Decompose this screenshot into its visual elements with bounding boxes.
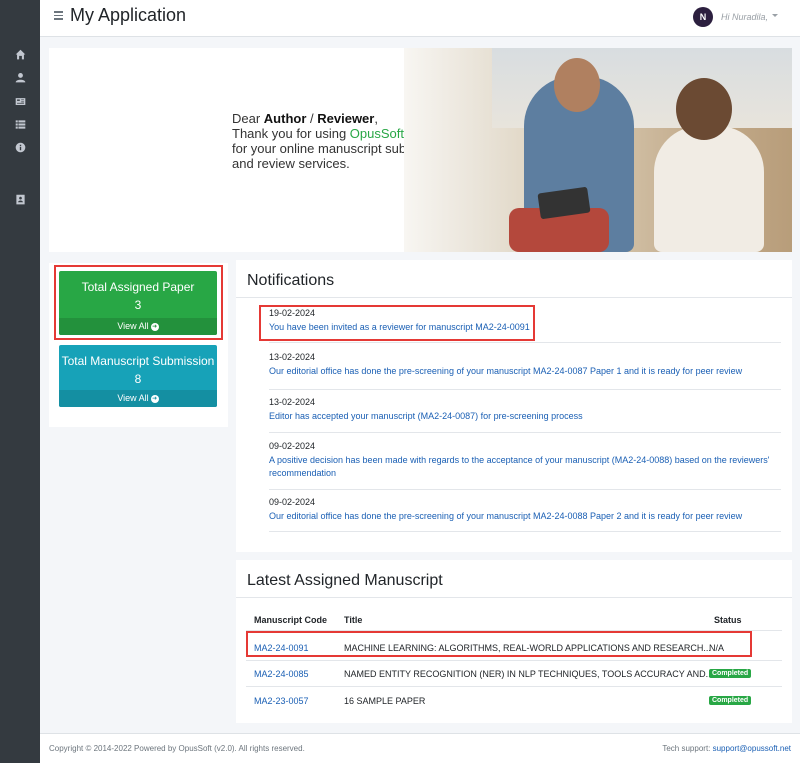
- notification-item[interactable]: 09-02-2024 A positive decision has been …: [269, 441, 781, 490]
- list-icon[interactable]: [13, 117, 27, 131]
- status-badge: Completed: [709, 669, 752, 678]
- status-badge: Completed: [709, 696, 752, 705]
- notification-item[interactable]: 09-02-2024 Our editorial office has done…: [269, 497, 781, 532]
- top-navbar: My Application N Hi Nuradila,: [40, 0, 800, 37]
- highlight-outline: [246, 631, 752, 657]
- avatar[interactable]: N: [693, 7, 713, 27]
- highlight-outline: [259, 305, 535, 341]
- copyright-text: Copyright © 2014-2022 Powered by OpusSof…: [49, 744, 305, 753]
- notification-item[interactable]: 13-02-2024 Our editorial office has done…: [269, 352, 781, 390]
- manuscript-title: 16 SAMPLE PAPER: [344, 696, 426, 706]
- welcome-banner: Dear Author / Reviewer, Thank you for us…: [49, 48, 792, 252]
- hamburger-menu-icon[interactable]: [54, 11, 63, 20]
- user-icon[interactable]: [13, 70, 27, 84]
- notifications-title: Notifications: [247, 272, 335, 289]
- info-icon[interactable]: [13, 140, 27, 154]
- total-manuscript-submission-box: Total Manuscript Submission 8 View All ➜: [59, 345, 217, 407]
- app-title: My Application: [70, 5, 187, 25]
- notification-item[interactable]: 13-02-2024 Editor has accepted your manu…: [269, 397, 781, 433]
- chevron-down-icon[interactable]: [772, 14, 778, 17]
- tech-support: Tech support: support@opussoft.net: [662, 744, 791, 753]
- newspaper-icon[interactable]: [13, 94, 27, 108]
- column-header-status: Status: [714, 615, 742, 625]
- user-greeting[interactable]: Hi Nuradila,: [721, 12, 768, 22]
- highlight-outline: [54, 265, 223, 340]
- manuscript-code-link[interactable]: MA2-23-0057: [254, 696, 309, 706]
- column-header-code: Manuscript Code: [254, 615, 328, 625]
- home-icon[interactable]: [13, 47, 27, 61]
- submission-count: 8: [134, 372, 142, 386]
- banner-photo: [404, 48, 792, 252]
- notifications-card: Notifications 19-02-2024 You have been i…: [236, 260, 792, 552]
- manuscript-card-title: Latest Assigned Manuscript: [247, 572, 443, 589]
- sidebar: [0, 0, 40, 763]
- support-email-link[interactable]: support@opussoft.net: [713, 744, 791, 753]
- column-header-title: Title: [344, 615, 363, 625]
- arrow-circle-right-icon: ➜: [150, 394, 159, 403]
- view-all-submissions-link[interactable]: View All ➜: [59, 390, 217, 407]
- manuscript-title: NAMED ENTITY RECOGNITION (NER) IN NLP TE…: [344, 669, 714, 679]
- brand-name: OpusSoft: [349, 126, 404, 141]
- contact-book-icon[interactable]: [13, 192, 27, 206]
- manuscript-code-link[interactable]: MA2-24-0085: [254, 669, 309, 679]
- page-footer: Copyright © 2014-2022 Powered by OpusSof…: [40, 733, 800, 763]
